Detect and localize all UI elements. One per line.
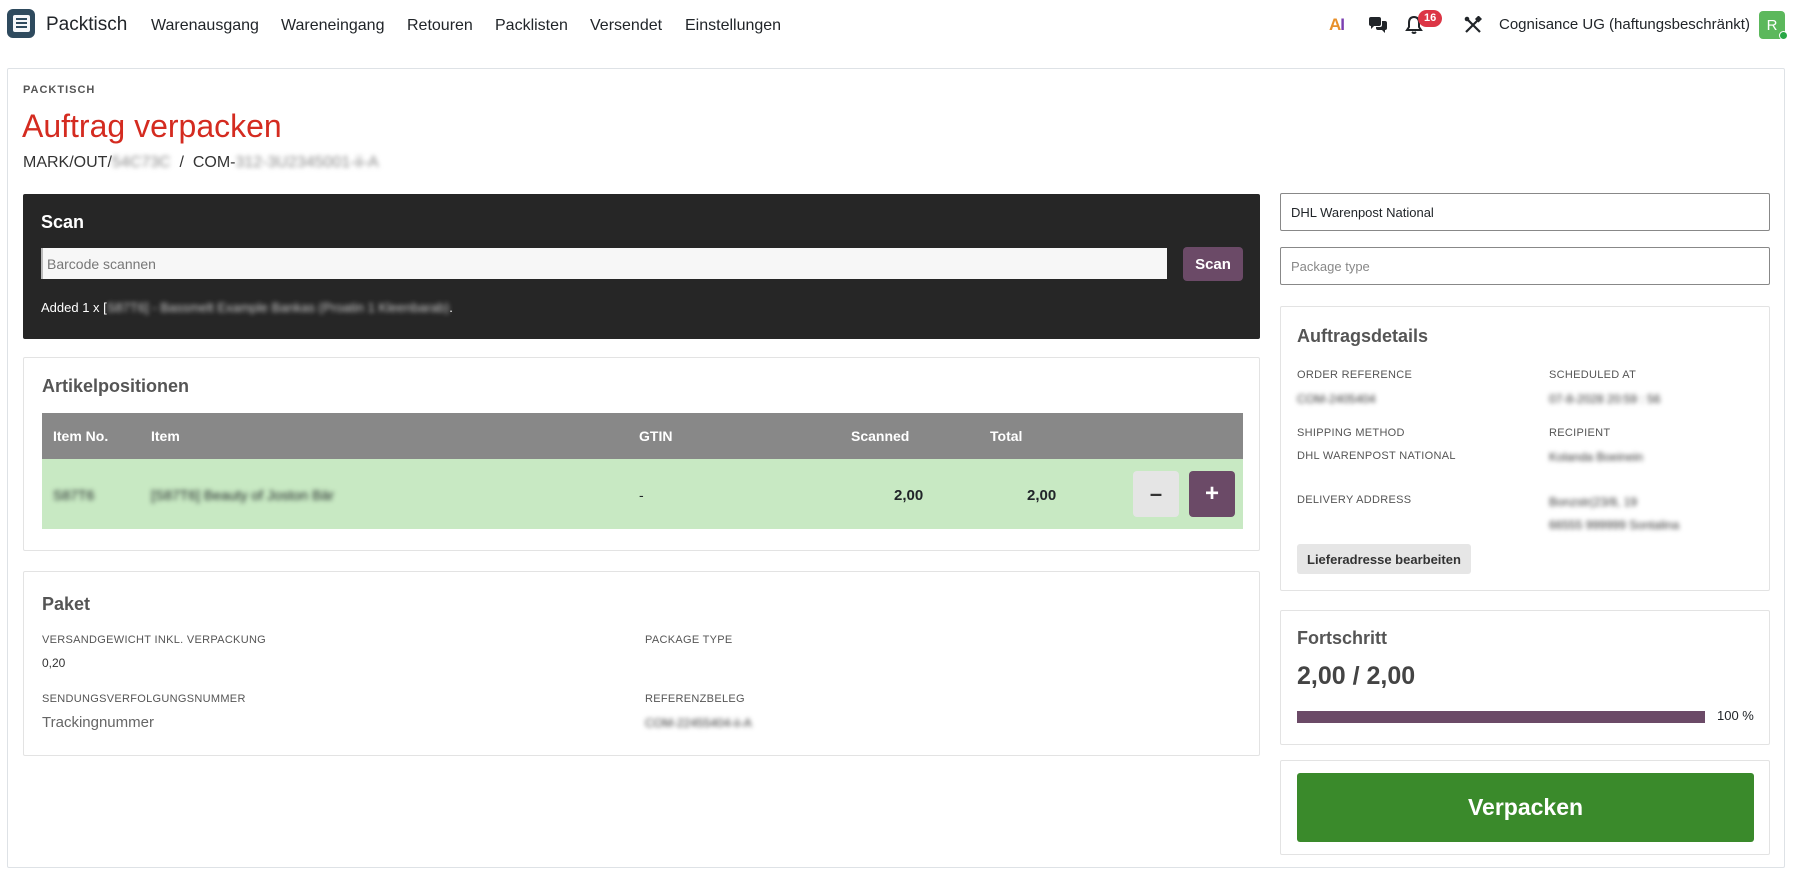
com-ref-number: 312-3U2345001-ii-A [235,154,379,171]
outbound-ref-number: 54C73C [111,154,171,171]
order-reference-label: ORDER REFERENCE [1297,369,1413,381]
delivery-address-line1: Bonzstr(23/8, 19 [1549,495,1638,509]
scan-message: Added 1 x [S87T6] - Bassmelt Example Ban… [41,300,453,315]
tracking-label: SENDUNGSVERFOLGUNGSNUMMER [42,693,246,705]
progress-value: 2,00 / 2,00 [1297,662,1416,690]
scan-message-item-name: - Bassmelt Example Bankas (Proatin 1 Kle… [148,300,450,315]
progress-percent: 100 % [1717,708,1754,723]
column-gtin: GTIN [639,428,673,444]
package-title: Paket [42,594,91,614]
packtisch-logo-icon[interactable] [7,9,35,38]
delivery-address-label: DELIVERY ADDRESS [1297,494,1412,506]
scan-title: Scan [41,212,85,232]
chat-icon[interactable] [1368,17,1388,33]
package-card: Paket VERSANDGEWICHT INKL. VERPACKUNG 0,… [23,571,1260,756]
scan-message-prefix: Added 1 x [ [41,300,107,315]
online-status-icon [1779,31,1788,40]
table-row: S87T6 [S87T6] Beauty of Joston Bär - 2,0… [42,459,1243,529]
progress-title: Fortschritt [1297,628,1387,648]
delivery-address-line2: 66555 999999 Sontalina [1549,518,1680,532]
barcode-input[interactable] [41,248,1167,279]
column-item: Item [151,428,180,444]
order-details-card: Auftragsdetails ORDER REFERENCE COM-2405… [1280,306,1770,591]
positions-table-header: Item No. Item GTIN Scanned Total [42,413,1243,459]
recipient-value: Kolanda Boeinein [1549,450,1644,464]
carrier-select[interactable]: DHL Warenpost National [1280,193,1770,231]
scan-card: Scan Scan Added 1 x [S87T6] - Bassmelt E… [23,194,1260,339]
nav-item-versendet[interactable]: Versendet [590,17,662,35]
edit-delivery-address-button[interactable]: Lieferadresse bearbeiten [1297,544,1471,574]
top-navbar: Packtisch Warenausgang Wareneingang Reto… [0,0,1795,50]
reference-doc-value: COM-22455404-ii-A [645,716,752,730]
column-total: Total [990,428,1023,444]
nav-item-wareneingang[interactable]: Wareneingang [281,17,384,35]
breadcrumb: PACKTISCH [23,84,96,96]
row-total: 2,00 [1027,487,1057,504]
ai-icon-letter-i: I [1340,15,1345,34]
brand-name[interactable]: Packtisch [46,14,127,36]
positions-title: Artikelpositionen [42,376,190,396]
progress-bar-fill [1297,711,1705,723]
recipient-label: RECIPIENT [1549,427,1611,439]
scan-message-suffix: . [449,300,453,315]
scan-message-item-code: S87T6] [106,300,149,315]
package-type-select[interactable]: Package type [1280,247,1770,285]
company-name[interactable]: Cognisance UG (haftungsbeschränkt) [1499,16,1750,33]
scheduled-at-label: SCHEDULED AT [1549,369,1637,381]
shipping-method-label: SHIPPING METHOD [1297,427,1405,439]
progress-bar [1297,711,1705,723]
nav-item-einstellungen[interactable]: Einstellungen [685,17,781,35]
column-item-no: Item No. [53,428,109,444]
column-scanned: Scanned [851,428,910,444]
ai-icon-letter-a: A [1329,15,1341,34]
scan-button[interactable]: Scan [1183,247,1243,281]
package-type-label: PACKAGE TYPE [645,634,733,646]
scheduled-at-value: 07-8-2028 20:59 : 56 [1549,392,1661,406]
ai-assistant-icon[interactable]: AI [1329,15,1345,35]
nav-item-retouren[interactable]: Retouren [407,17,473,35]
order-details-title: Auftragsdetails [1297,326,1429,346]
nav-item-warenausgang[interactable]: Warenausgang [151,17,259,35]
notification-count-badge: 16 [1418,10,1443,27]
progress-card: Fortschritt 2,00 / 2,00 100 % [1280,610,1770,745]
positions-card: Artikelpositionen Item No. Item GTIN Sca… [23,357,1260,551]
tools-icon[interactable] [1464,16,1482,34]
row-gtin: - [639,487,644,503]
increase-quantity-button[interactable]: + [1189,471,1235,517]
outbound-ref-prefix: MARK/OUT/ [23,154,112,171]
order-reference-value: COM-2405404 [1297,392,1376,406]
row-item-name: [S87T6] Beauty of Joston Bär [151,487,334,503]
tracking-number-field[interactable]: Trackingnummer [42,714,154,731]
weight-value[interactable]: 0,20 [42,656,65,670]
row-item-no: S87T6 [53,487,95,503]
row-scanned: 2,00 [894,487,924,504]
page-title: Auftrag verpacken [22,108,282,144]
nav-item-packlisten[interactable]: Packlisten [495,17,568,35]
shipping-method-value: DHL WARENPOST NATIONAL [1297,450,1456,462]
com-ref-prefix: COM- [192,154,236,171]
ref-separator: / [179,154,184,171]
decrease-quantity-button[interactable]: – [1133,471,1179,517]
reference-doc-label: REFERENZBELEG [645,693,745,705]
pack-button[interactable]: Verpacken [1297,773,1754,842]
weight-label: VERSANDGEWICHT INKL. VERPACKUNG [42,634,267,646]
order-references: MARK/OUT/54C73C / COM-312-3U2345001-ii-A [23,154,379,172]
